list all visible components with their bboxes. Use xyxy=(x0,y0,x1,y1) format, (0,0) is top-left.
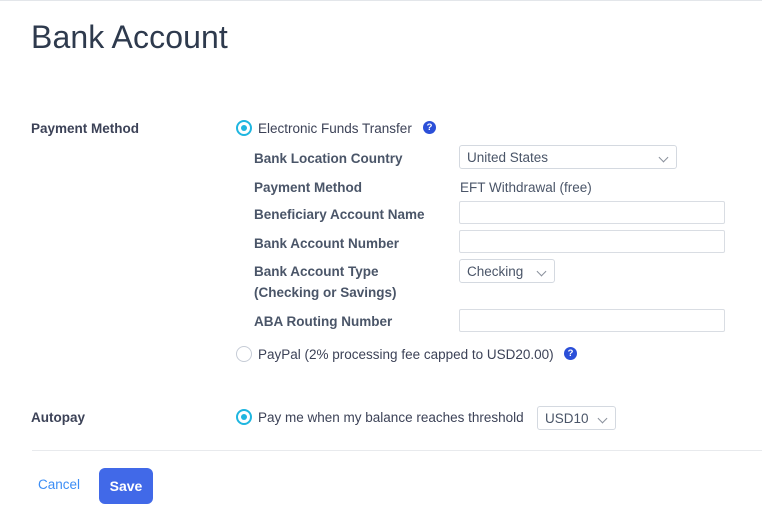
radio-autopay-threshold[interactable] xyxy=(236,409,252,425)
label-bank-location-country: Bank Location Country xyxy=(254,151,403,166)
cancel-button[interactable]: Cancel xyxy=(38,477,80,492)
label-bank-account-type-line1: Bank Account Type xyxy=(254,264,379,279)
input-bank-account-number[interactable] xyxy=(459,230,725,253)
bank-account-page: Bank Account Payment Method Electronic F… xyxy=(0,0,762,516)
help-circle-icon-paypal[interactable]: ? xyxy=(564,347,577,360)
radio-electronic-funds-transfer[interactable] xyxy=(236,120,252,136)
select-bank-location-country-value: United States xyxy=(467,149,549,165)
label-bank-account-number: Bank Account Number xyxy=(254,236,400,251)
chevron-down-icon-account-type xyxy=(538,267,547,276)
chevron-down-icon-country xyxy=(660,153,669,162)
radio-paypal[interactable] xyxy=(236,346,252,362)
save-button[interactable]: Save xyxy=(99,468,153,504)
page-title: Bank Account xyxy=(31,19,228,55)
select-bank-account-type[interactable]: Checking xyxy=(459,259,555,283)
label-bank-account-type-line2: (Checking or Savings) xyxy=(254,285,397,300)
section-label-autopay: Autopay xyxy=(31,410,85,425)
help-circle-icon-eft[interactable]: ? xyxy=(423,121,436,134)
radio-label-electronic-funds-transfer: Electronic Funds Transfer xyxy=(258,121,412,136)
label-beneficiary-account-name: Beneficiary Account Name xyxy=(254,207,425,222)
footer-divider xyxy=(32,450,762,451)
radio-label-autopay-threshold: Pay me when my balance reaches threshold xyxy=(258,410,524,425)
select-bank-account-type-value: Checking xyxy=(467,263,524,279)
chevron-down-icon-threshold xyxy=(599,414,608,423)
label-payment-method-type: Payment Method xyxy=(254,180,363,195)
select-autopay-threshold-value: USD10 xyxy=(545,410,589,426)
radio-label-paypal: PayPal (2% processing fee capped to USD2… xyxy=(258,347,554,362)
select-bank-location-country[interactable]: United States xyxy=(459,145,677,169)
input-aba-routing-number[interactable] xyxy=(459,309,725,332)
select-autopay-threshold[interactable]: USD10 xyxy=(537,406,616,430)
label-aba-routing-number: ABA Routing Number xyxy=(254,314,393,329)
value-payment-method-type: EFT Withdrawal (free) xyxy=(460,180,592,195)
input-beneficiary-account-name[interactable] xyxy=(459,201,725,224)
section-label-payment-method: Payment Method xyxy=(31,121,140,136)
